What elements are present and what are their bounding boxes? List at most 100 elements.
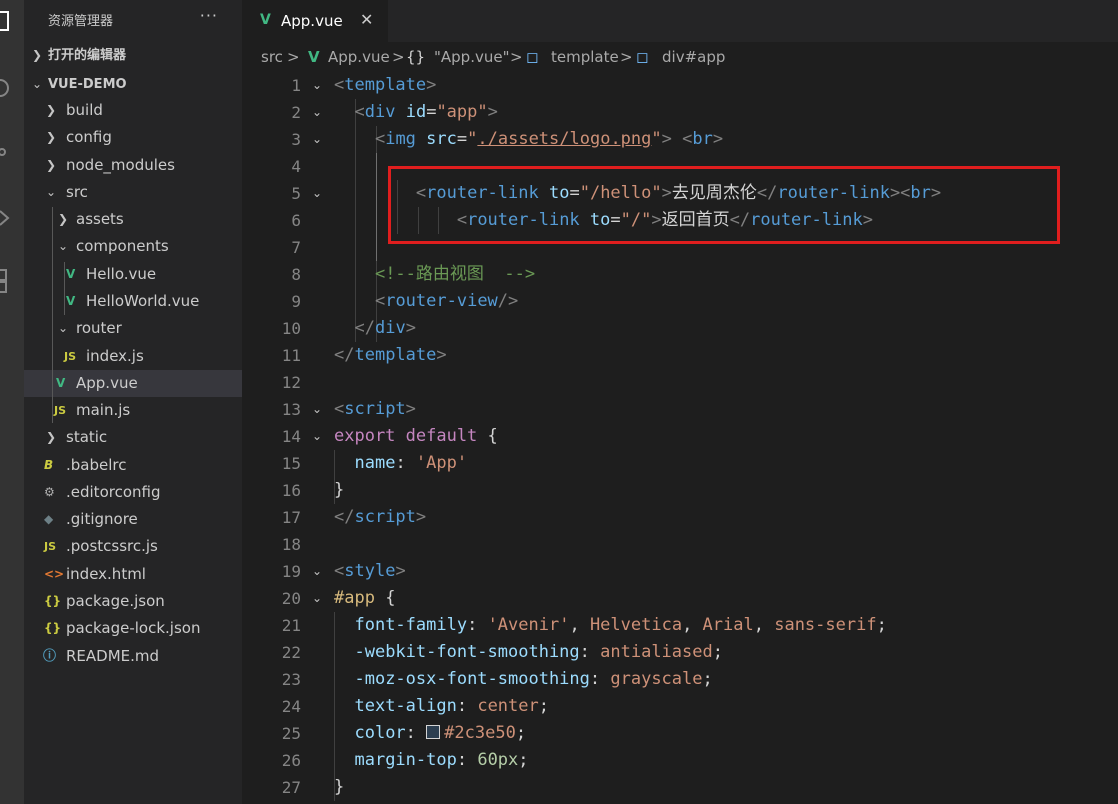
fold-chevron-icon[interactable]: ⌄ (312, 423, 322, 450)
code-line: 25 color: #2c3e50; (281, 723, 527, 743)
fold-chevron-icon[interactable]: ⌄ (312, 72, 322, 99)
chevron-right-icon: > (287, 48, 300, 66)
code-line: 2 ⌄ <div id="app"> (242, 99, 1118, 126)
vue-file-icon: V (308, 48, 320, 66)
tree-item-main-js[interactable]: JS main.js (24, 397, 242, 424)
tree-item-src[interactable]: ⌄ src (24, 179, 242, 206)
tree-item-build[interactable]: ❯ build (24, 97, 242, 124)
json-file-icon: {} (44, 621, 62, 635)
fold-chevron-icon[interactable]: ⌄ (312, 558, 322, 585)
babel-file-icon: B (44, 458, 54, 472)
breadcrumb-template[interactable]: template (551, 42, 619, 72)
breadcrumb: src > V App.vue > {} "App.vue" > ◻ templ… (242, 42, 1118, 72)
files-icon[interactable] (0, 10, 12, 31)
tree-item-package-json[interactable]: {} package.json (24, 588, 242, 615)
chevron-right-icon: > (392, 48, 405, 66)
code-line: 26 margin-top: 60px; (281, 750, 529, 770)
source-control-icon[interactable] (0, 142, 12, 162)
chevron-right-icon: > (510, 48, 523, 66)
json-file-icon: {} (44, 594, 62, 608)
code-line: 15 name: 'App' (281, 453, 468, 473)
tree-item-hello-vue[interactable]: V Hello.vue (24, 261, 242, 288)
chevron-right-icon: ❯ (32, 48, 43, 62)
tree-item-babelrc[interactable]: B .babelrc (24, 452, 242, 479)
tree-item-components[interactable]: ⌄ components (24, 233, 242, 260)
extensions-icon[interactable] (0, 268, 12, 293)
chevron-down-icon: ⌄ (46, 185, 57, 199)
chevron-right-icon: ❯ (46, 130, 57, 144)
cube-icon: ◻ (636, 48, 649, 66)
project-section[interactable]: ⌄ VUE-DEMO (24, 71, 242, 98)
highlight-box (388, 166, 1060, 244)
tree-item-helloworld-vue[interactable]: V HelloWorld.vue (24, 288, 242, 315)
tree-item-package-lock-json[interactable]: {} package-lock.json (24, 615, 242, 642)
fold-chevron-icon[interactable]: ⌄ (312, 126, 322, 153)
tree-item-postcssrc[interactable]: JS .postcssrc.js (24, 533, 242, 560)
js-file-icon: JS (44, 540, 57, 553)
open-editors-section[interactable]: ❯ 打开的编辑器 (24, 42, 242, 69)
chevron-down-icon: ⌄ (58, 239, 69, 253)
chevron-down-icon: ⌄ (58, 321, 69, 335)
tab-bar: V App.vue ✕ (242, 0, 1118, 42)
tree-indent-guide (52, 207, 53, 423)
code-line: 17 </script> (281, 507, 427, 527)
vue-file-icon: V (260, 12, 271, 28)
code-line: 8 <!--路由视图 --> (291, 264, 536, 284)
js-file-icon: JS (54, 404, 67, 417)
code-line: 27 } (281, 777, 345, 797)
chevron-right-icon: > (620, 48, 633, 66)
search-icon[interactable] (0, 78, 12, 98)
code-line: 12 (281, 373, 301, 392)
tree-item-editorconfig[interactable]: ⚙ .editorconfig (24, 479, 242, 506)
gear-icon: ⚙ (44, 485, 55, 499)
code-line: 18 (281, 535, 301, 554)
code-line: 19 ⌄ <style> (242, 558, 1118, 585)
tree-item-assets[interactable]: ❯ assets (24, 206, 242, 233)
tree-item-index-html[interactable]: <> index.html (24, 561, 242, 588)
code-line: 21 font-family: 'Avenir', Helvetica, Ari… (281, 615, 887, 635)
chevron-right-icon: ❯ (46, 158, 57, 172)
code-line: 9 <router-view/> (291, 291, 519, 311)
tree-item-static[interactable]: ❯ static (24, 424, 242, 451)
breadcrumb-src[interactable]: src (261, 42, 283, 72)
tab-app-vue[interactable]: V App.vue ✕ (242, 0, 388, 42)
fold-chevron-icon[interactable]: ⌄ (312, 180, 322, 207)
code-line: 22 -webkit-font-smoothing: antialiased; (281, 642, 723, 662)
fold-chevron-icon[interactable]: ⌄ (312, 396, 322, 423)
tree-item-index-js[interactable]: JS index.js (24, 343, 242, 370)
code-line: 24 text-align: center; (281, 696, 549, 716)
tree-indent-guide (64, 262, 65, 315)
chevron-down-icon: ⌄ (32, 77, 43, 91)
explorer-sidebar: 资源管理器 ··· ❯ 打开的编辑器 ⌄ VUE-DEMO ❯ build ❯ … (24, 0, 242, 804)
vue-file-icon: V (66, 267, 76, 281)
breadcrumb-div[interactable]: div#app (662, 42, 725, 72)
close-icon[interactable]: ✕ (360, 10, 373, 29)
code-line: 10 </div> (281, 318, 416, 338)
tree-item-node-modules[interactable]: ❯ node_modules (24, 152, 242, 179)
run-debug-icon[interactable] (0, 208, 12, 228)
color-swatch[interactable] (426, 725, 441, 739)
code-line: 13 ⌄ <script> (242, 396, 1118, 423)
git-file-icon: ◆ (44, 512, 54, 526)
chevron-right-icon: ❯ (46, 103, 57, 117)
tree-item-readme[interactable]: ⓘ README.md (24, 643, 242, 670)
fold-chevron-icon[interactable]: ⌄ (312, 585, 322, 612)
breadcrumb-file[interactable]: App.vue (328, 42, 390, 72)
info-icon: ⓘ (43, 649, 57, 664)
chevron-right-icon: ❯ (46, 430, 57, 444)
code-line: 23 -moz-osx-font-smoothing: grayscale; (281, 669, 713, 689)
more-actions-icon[interactable]: ··· (200, 6, 218, 25)
tree-item-gitignore[interactable]: ◆ .gitignore (24, 506, 242, 533)
vue-file-icon: V (66, 294, 76, 308)
tree-item-app-vue[interactable]: V App.vue (24, 370, 242, 397)
js-file-icon: JS (64, 350, 77, 363)
tree-item-config[interactable]: ❯ config (24, 124, 242, 151)
code-line: 3 ⌄ <img src="./assets/logo.png"> <br> (242, 126, 1118, 153)
explorer-title: 资源管理器 (48, 14, 114, 29)
tree-item-router[interactable]: ⌄ router (24, 315, 242, 342)
code-line: 1 ⌄ <template> (242, 72, 1118, 99)
fold-chevron-icon[interactable]: ⌄ (312, 99, 322, 126)
braces-icon: {} (406, 48, 426, 66)
breadcrumb-component[interactable]: "App.vue" (434, 42, 509, 72)
chevron-right-icon: ❯ (58, 212, 69, 226)
